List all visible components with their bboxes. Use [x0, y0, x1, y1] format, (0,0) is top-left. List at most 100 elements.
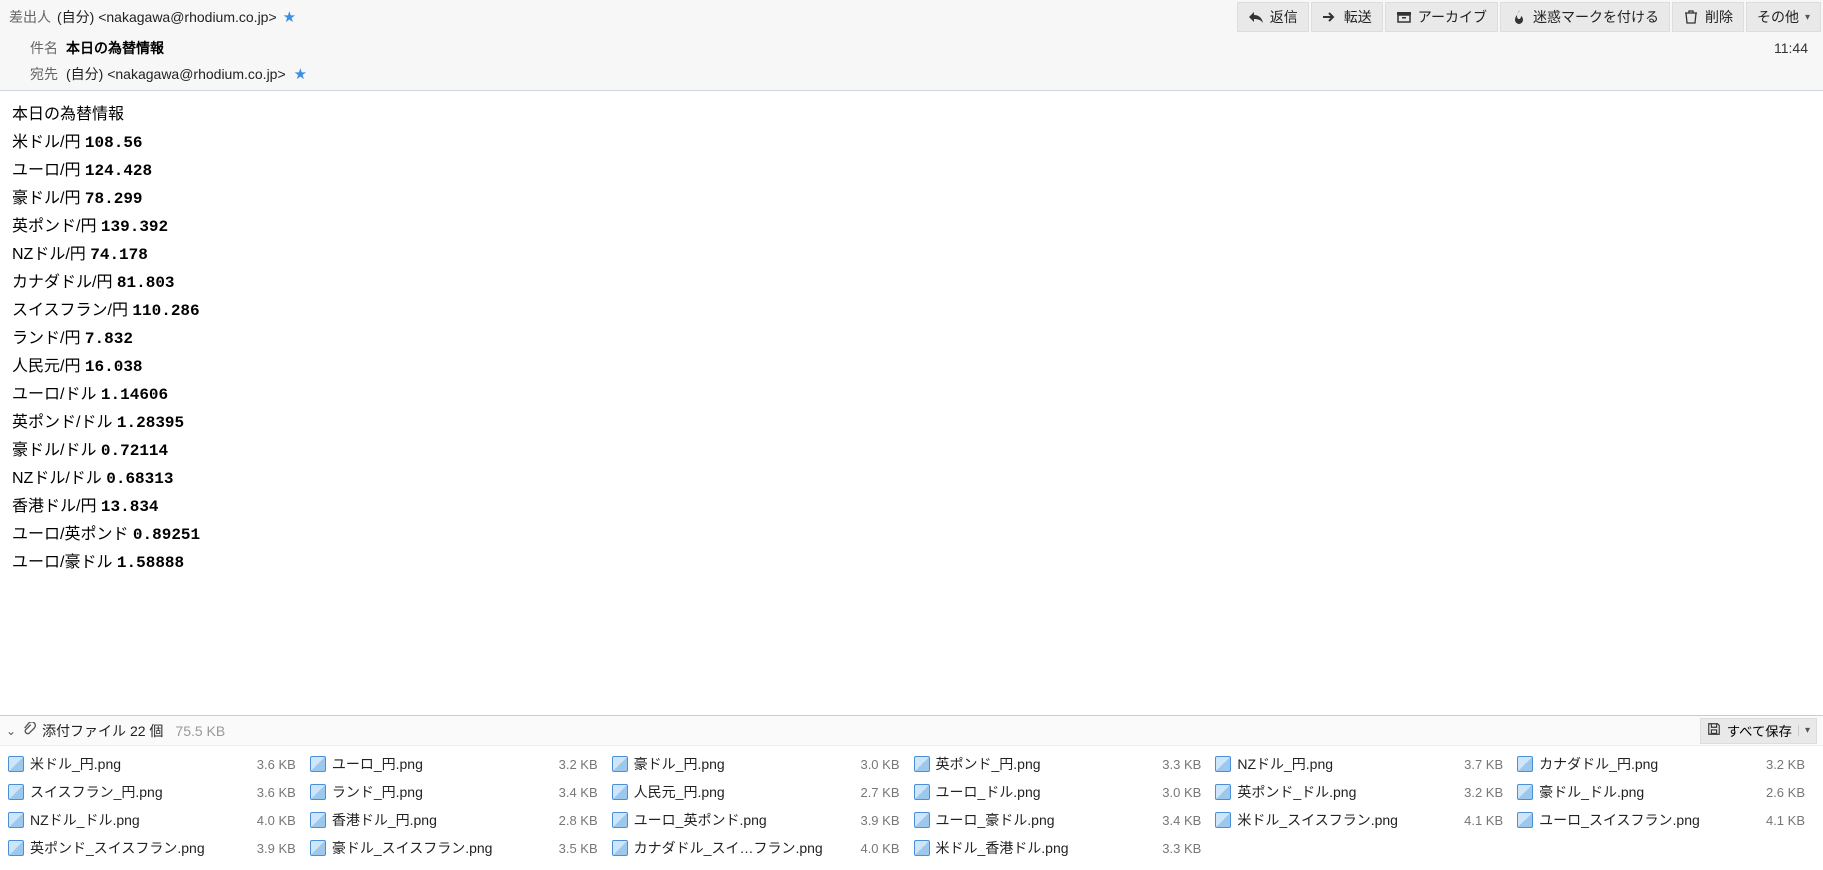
image-file-icon: [612, 812, 628, 828]
image-file-icon: [8, 840, 24, 856]
delete-label: 削除: [1705, 7, 1733, 27]
rate-pair: ユーロ/円: [12, 162, 85, 179]
chevron-down-icon[interactable]: ⌄: [6, 724, 16, 738]
image-file-icon: [8, 756, 24, 772]
rate-value: 0.72114: [101, 442, 168, 460]
star-icon[interactable]: ★: [283, 8, 296, 26]
rate-line: NZドル/円 74.178: [12, 241, 1811, 269]
attachment-filename: ユーロ_スイスフラン.png: [1539, 810, 1760, 830]
attachment-item[interactable]: 英ポンド_円.png3.3 KB: [914, 750, 1212, 778]
attachment-filesize: 3.3 KB: [1162, 841, 1201, 856]
archive-button[interactable]: アーカイブ: [1385, 2, 1498, 32]
paperclip-icon: [22, 722, 36, 739]
attachment-item[interactable]: 豪ドル_ドル.png2.6 KB: [1517, 778, 1815, 806]
attachment-item[interactable]: 香港ドル_円.png2.8 KB: [310, 806, 608, 834]
forward-button[interactable]: 転送: [1311, 2, 1383, 32]
save-all-button[interactable]: すべて保存 ▾: [1700, 718, 1817, 744]
attachment-filename: 豪ドル_円.png: [634, 754, 855, 774]
attachment-filesize: 3.7 KB: [1464, 757, 1503, 772]
rate-value: 0.89251: [133, 526, 200, 544]
attachment-filesize: 3.4 KB: [1162, 813, 1201, 828]
rate-value: 74.178: [90, 246, 148, 264]
rate-pair: 人民元/円: [12, 358, 85, 375]
attachment-filesize: 3.6 KB: [257, 757, 296, 772]
attachment-filename: NZドル_ドル.png: [30, 810, 251, 830]
rate-line: ユーロ/英ポンド 0.89251: [12, 521, 1811, 549]
rate-value: 81.803: [117, 274, 175, 292]
attachment-item[interactable]: 人民元_円.png2.7 KB: [612, 778, 910, 806]
image-file-icon: [914, 784, 930, 800]
forward-label: 転送: [1344, 7, 1372, 27]
chevron-down-icon[interactable]: ▾: [1798, 725, 1810, 736]
attachment-item[interactable]: スイスフラン_円.png3.6 KB: [8, 778, 306, 806]
reply-button[interactable]: 返信: [1237, 2, 1309, 32]
star-icon[interactable]: ★: [294, 65, 307, 83]
attachment-item[interactable]: 豪ドル_円.png 3.0 KB: [612, 750, 910, 778]
image-file-icon: [1215, 756, 1231, 772]
rate-value: 16.038: [85, 358, 143, 376]
image-file-icon: [310, 784, 326, 800]
image-file-icon: [310, 840, 326, 856]
message-body[interactable]: 本日の為替情報 米ドル/円 108.56ユーロ/円 124.428豪ドル/円 7…: [0, 91, 1823, 715]
reply-label: 返信: [1270, 7, 1298, 27]
attachment-item[interactable]: ユーロ_豪ドル.png3.4 KB: [914, 806, 1212, 834]
rate-line: ランド/円 7.832: [12, 325, 1811, 353]
rate-value: 108.56: [85, 134, 143, 152]
rate-value: 0.68313: [106, 470, 173, 488]
attachments-count-label: 添付ファイル 22 個: [42, 721, 163, 741]
rate-pair: 英ポンド/円: [12, 218, 101, 235]
attachment-item[interactable]: 米ドル_スイスフラン.png4.1 KB: [1215, 806, 1513, 834]
attachment-item[interactable]: カナダドル_円.png3.2 KB: [1517, 750, 1815, 778]
image-file-icon: [612, 784, 628, 800]
attachment-item[interactable]: 豪ドル_スイスフラン.png3.5 KB: [310, 834, 608, 862]
attachment-item[interactable]: ユーロ_スイスフラン.png4.1 KB: [1517, 806, 1815, 834]
forward-icon: [1322, 9, 1338, 25]
attachment-item[interactable]: 英ポンド_ドル.png3.2 KB: [1215, 778, 1513, 806]
attachment-item[interactable]: ユーロ_ドル.png3.0 KB: [914, 778, 1212, 806]
rate-value: 13.834: [101, 498, 159, 516]
attachment-item[interactable]: ユーロ_円.png3.2 KB: [310, 750, 608, 778]
to-label: 宛先: [30, 64, 58, 84]
rate-line: スイスフラン/円 110.286: [12, 297, 1811, 325]
rate-pair: ユーロ/英ポンド: [12, 526, 133, 543]
rate-pair: スイスフラン/円: [12, 302, 132, 319]
archive-label: アーカイブ: [1418, 7, 1487, 27]
attachment-item[interactable]: 米ドル_円.png 3.6 KB: [8, 750, 306, 778]
message-toolbar: 返信 転送 アーカイブ 迷惑マークを付ける 削除 その他 ▾: [1237, 2, 1823, 32]
subject-label: 件名: [30, 38, 58, 58]
image-file-icon: [8, 784, 24, 800]
attachment-item[interactable]: NZドル_円.png 3.7 KB: [1215, 750, 1513, 778]
attachment-item[interactable]: カナダドル_スイ…フラン.png4.0 KB: [612, 834, 910, 862]
rate-pair: カナダドル/円: [12, 274, 117, 291]
rate-line: 豪ドル/ドル 0.72114: [12, 437, 1811, 465]
rate-pair: 豪ドル/ドル: [12, 442, 101, 459]
attachment-filesize: 3.0 KB: [860, 757, 899, 772]
attachment-item[interactable]: 英ポンド_スイスフラン.png3.9 KB: [8, 834, 306, 862]
junk-label: 迷惑マークを付ける: [1533, 7, 1659, 27]
attachment-filesize: 3.2 KB: [1464, 785, 1503, 800]
rate-value: 1.14606: [101, 386, 168, 404]
attachment-filename: 英ポンド_円.png: [936, 754, 1157, 774]
attachment-item[interactable]: ユーロ_英ポンド.png3.9 KB: [612, 806, 910, 834]
attachment-item[interactable]: 米ドル_香港ドル.png 3.3 KB: [914, 834, 1212, 862]
attachment-item[interactable]: NZドル_ドル.png 4.0 KB: [8, 806, 306, 834]
attachment-filesize: 4.0 KB: [257, 813, 296, 828]
other-button[interactable]: その他 ▾: [1746, 2, 1821, 32]
rate-pair: 香港ドル/円: [12, 498, 101, 515]
other-label: その他: [1757, 7, 1799, 27]
attachment-filename: 米ドル_円.png: [30, 754, 251, 774]
junk-button[interactable]: 迷惑マークを付ける: [1500, 2, 1670, 32]
rate-value: 1.28395: [117, 414, 184, 432]
image-file-icon: [914, 840, 930, 856]
delete-button[interactable]: 削除: [1672, 2, 1744, 32]
attachment-filename: NZドル_円.png: [1237, 754, 1458, 774]
image-file-icon: [1215, 812, 1231, 828]
rate-pair: ユーロ/ドル: [12, 386, 101, 403]
attachment-filename: 人民元_円.png: [634, 782, 855, 802]
flame-icon: [1511, 9, 1527, 25]
header-top-row: 差出人 (自分) <nakagawa@rhodium.co.jp> ★ 返信 転…: [0, 0, 1823, 34]
attachment-filesize: 2.8 KB: [559, 813, 598, 828]
attachment-item[interactable]: ランド_円.png3.4 KB: [310, 778, 608, 806]
attachment-filename: 米ドル_香港ドル.png: [936, 838, 1157, 858]
attachment-filename: 米ドル_スイスフラン.png: [1237, 810, 1458, 830]
